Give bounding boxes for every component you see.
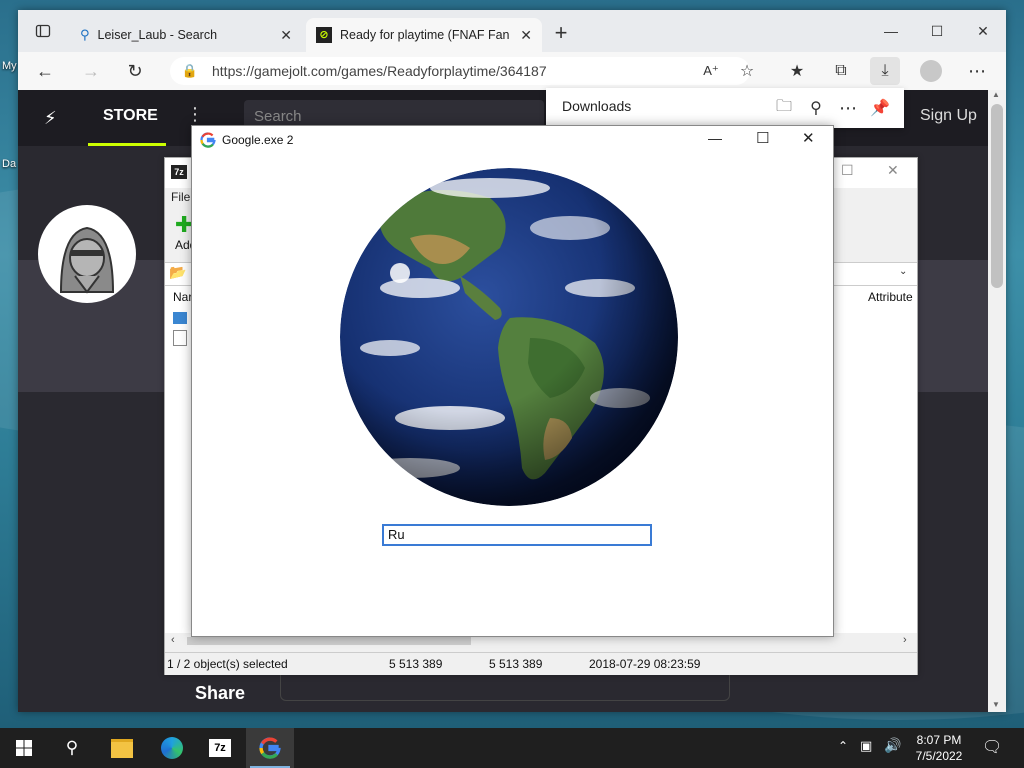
desktop-icon-label[interactable]: My [2, 60, 17, 72]
tab-title: Leiser_Laub - Search [97, 28, 218, 42]
new-tab-button[interactable]: + [546, 18, 576, 48]
clock-date: 7/5/2022 [915, 749, 963, 763]
window-title: Google.exe 2 [222, 133, 294, 147]
tab-title: Ready for playtime (FNAF Fan Ga [340, 28, 513, 42]
gamejolt-icon: ⊘ [316, 27, 332, 43]
url-field[interactable]: 🔒 https://gamejolt.com/games/Readyforpla… [170, 57, 750, 85]
volume-icon[interactable]: 🔊 [884, 737, 901, 754]
status-selected: 1 / 2 object(s) selected [167, 657, 288, 671]
google-exe-window: Google.exe 2 — ☐ ✕ Ru [191, 125, 834, 637]
more-menu-icon[interactable]: ⋮ [186, 104, 204, 125]
desktop-icon-label[interactable]: Da [2, 158, 16, 170]
minimize-button[interactable]: — [708, 130, 722, 146]
tab-actions-icon[interactable] [28, 16, 58, 46]
scrollbar-thumb[interactable] [187, 637, 471, 645]
google-exe-taskbar-icon[interactable] [246, 728, 294, 768]
scroll-right-icon[interactable]: › [903, 634, 907, 646]
start-button[interactable] [0, 728, 48, 768]
chevron-up-icon[interactable]: ⌃ [838, 739, 848, 753]
earth-globe-image [340, 168, 678, 506]
file-icon[interactable] [173, 330, 187, 346]
close-tab-icon[interactable]: ✕ [520, 27, 532, 44]
taskbar-search-icon[interactable]: ⚲ [48, 728, 96, 768]
collections-icon[interactable]: ⧉ [826, 57, 856, 85]
chevron-down-icon[interactable]: ⌄ [899, 266, 907, 277]
scrollbar-thumb[interactable] [991, 104, 1003, 288]
back-icon[interactable]: ← [30, 56, 60, 86]
system-clock[interactable]: 8:07 PM 7/5/2022 [904, 732, 974, 764]
text-input[interactable]: Ru [382, 524, 652, 546]
maximize-button[interactable]: ☐ [914, 10, 960, 52]
pin-icon[interactable]: 📌 [866, 94, 894, 122]
file-explorer-icon[interactable] [98, 728, 146, 768]
share-heading: Share [195, 683, 246, 703]
menu-file[interactable]: File [171, 190, 190, 204]
status-size: 5 513 389 [389, 657, 443, 671]
gamejolt-logo-icon[interactable]: ⚡ [44, 108, 57, 129]
search-downloads-icon[interactable]: ⚲ [802, 94, 830, 122]
network-icon[interactable]: ▣ [860, 738, 872, 754]
file-icon[interactable] [173, 312, 187, 324]
add-favorite-icon[interactable]: ☆ [732, 57, 762, 85]
favorites-icon[interactable]: ★ [782, 57, 812, 85]
scroll-up-icon[interactable]: ▲ [992, 90, 1000, 99]
close-button[interactable]: ✕ [802, 129, 815, 147]
google-logo-icon [200, 132, 216, 151]
profile-icon[interactable] [916, 57, 946, 85]
folder-up-icon[interactable]: 📂 [169, 264, 186, 281]
active-nav-indicator [88, 143, 166, 146]
forward-icon[interactable]: → [76, 56, 106, 86]
close-button[interactable]: ✕ [960, 10, 1006, 52]
status-modified: 2018-07-29 08:23:59 [589, 657, 701, 671]
maximize-button[interactable]: ☐ [756, 129, 769, 147]
column-header-name[interactable]: Nar [173, 290, 192, 304]
avatar[interactable] [38, 205, 136, 303]
7zip-logo-icon: 7z [171, 165, 187, 179]
lock-icon[interactable]: 🔒 [178, 63, 202, 79]
minimize-button[interactable]: — [868, 10, 914, 52]
scroll-down-icon[interactable]: ▼ [992, 700, 1000, 709]
notifications-icon[interactable]: 🗨 [982, 737, 1002, 757]
downloads-title: Downloads [562, 98, 632, 114]
url-text: https://gamejolt.com/games/Readyforplayt… [212, 63, 547, 79]
scroll-left-icon[interactable]: ‹ [171, 634, 175, 646]
downloads-icon[interactable]: ⤓ [870, 57, 900, 85]
clock-time: 8:07 PM [916, 733, 962, 747]
hooded-figure-icon [59, 226, 115, 294]
sign-up-link[interactable]: Sign Up [920, 107, 977, 125]
status-packed-size: 5 513 389 [489, 657, 543, 671]
close-tab-icon[interactable]: ✕ [280, 27, 292, 44]
tab-gamejolt[interactable]: ⊘ Ready for playtime (FNAF Fan Ga ✕ [306, 18, 542, 52]
downloads-panel: Downloads 🗀 ⚲ ⋯ 📌 [546, 88, 904, 128]
address-bar: ← → ↻ 🔒 https://gamejolt.com/games/Ready… [18, 52, 1006, 91]
7zip-taskbar-icon[interactable]: 7z [196, 728, 244, 768]
open-folder-icon[interactable]: 🗀 [770, 94, 798, 122]
windows-logo-icon [16, 740, 32, 756]
status-bar: 1 / 2 object(s) selected 5 513 389 5 513… [165, 652, 917, 675]
more-options-icon[interactable]: ⋯ [834, 94, 862, 122]
more-options-icon[interactable]: ⋯ [962, 57, 992, 85]
close-button[interactable]: ✕ [887, 162, 899, 179]
read-aloud-icon[interactable]: A⁺ [696, 57, 726, 85]
search-icon: ⚲ [80, 27, 90, 42]
page-scrollbar[interactable]: ▲ ▼ [988, 90, 1006, 712]
tab-bar: ⚲ Leiser_Laub - Search ✕ ⊘ Ready for pla… [18, 10, 1006, 52]
refresh-icon[interactable]: ↻ [120, 56, 150, 86]
tab-search[interactable]: ⚲ Leiser_Laub - Search ✕ [70, 18, 302, 52]
maximize-button[interactable]: ☐ [841, 162, 854, 179]
store-link[interactable]: STORE [103, 107, 158, 125]
column-header-attributes[interactable]: Attribute [868, 290, 913, 304]
taskbar: ⚲ 7z ⌃ ▣ 🔊 8:07 PM 7/5/2022 🗨 [0, 728, 1024, 768]
edge-icon[interactable] [148, 728, 196, 768]
